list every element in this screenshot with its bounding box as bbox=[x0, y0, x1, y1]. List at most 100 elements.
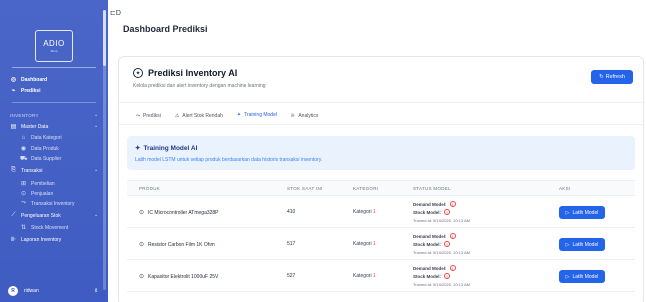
refresh-icon: ↻ bbox=[599, 74, 604, 80]
stock-value: 527 bbox=[287, 273, 296, 279]
train-model-button[interactable]: ▷ Latih Model bbox=[559, 270, 605, 283]
sidebar-item-dashboard[interactable]: ◎ Dashboard bbox=[10, 76, 47, 84]
avatar: R bbox=[8, 286, 18, 296]
sidebar-item-master-data[interactable]: ▤ Master Data bbox=[10, 123, 49, 131]
card-title: Prediksi Inventory AI bbox=[148, 68, 238, 78]
table-row: ⊙ Kapasitor Elektrolit 1000uF 25V 527 Ka… bbox=[127, 260, 635, 292]
box-icon: ⊙ bbox=[139, 242, 145, 248]
sidebar-scrollbar-thumb[interactable] bbox=[103, 10, 106, 66]
divider bbox=[12, 67, 96, 68]
tab-label: Analytics bbox=[298, 112, 319, 119]
play-icon: ▷ bbox=[565, 241, 570, 248]
sidebar-item-prediksi[interactable]: ⌁ Prediksi bbox=[10, 87, 41, 95]
sidebar-item-stock-movement[interactable]: ⇅ Stock Movement bbox=[20, 224, 68, 232]
category-label: Kategori bbox=[353, 241, 372, 247]
database-icon: ▤ bbox=[10, 124, 17, 130]
arrows-icon: ⇅ bbox=[20, 225, 27, 231]
trend-down-icon: ⟋ bbox=[11, 212, 16, 218]
train-model-label: Latih Model bbox=[572, 241, 599, 248]
bar-chart-icon: ⊪ bbox=[290, 112, 296, 119]
sidebar-item-label: Laporan Inventory bbox=[21, 236, 62, 243]
gauge-icon: ◎ bbox=[10, 77, 17, 83]
chevron-down-icon[interactable]: ⌄ bbox=[94, 112, 98, 118]
divider bbox=[119, 102, 643, 103]
demand-model-status: Demand Model: ! bbox=[413, 265, 456, 271]
sidebar: ADIO Shop ◎ Dashboard ⌁ Prediksi INVENTO… bbox=[0, 0, 108, 302]
sale-icon: ⊙ bbox=[20, 191, 27, 197]
sidebar-item-transaksi-inventory[interactable]: ⤳ Transaksi Inventory bbox=[20, 200, 74, 207]
warning-icon: ! bbox=[444, 241, 451, 247]
chart-icon: ⌁ bbox=[11, 88, 16, 94]
prediction-card: ✦ Prediksi Inventory AI Kelola prediksi … bbox=[118, 56, 644, 302]
sidebar-item-pembelian[interactable]: ⊞ Pembelian bbox=[20, 180, 55, 188]
brain-icon: ✦ bbox=[133, 68, 143, 78]
warning-icon: ! bbox=[449, 201, 456, 207]
train-model-button[interactable]: ▷ Latih Model bbox=[559, 238, 605, 251]
sidebar-item-pengeluaran-stok[interactable]: ⟋ Pengeluaran Stok bbox=[10, 212, 60, 219]
tab-label: Alert Stok Rendah bbox=[182, 112, 223, 119]
train-model-label: Latih Model bbox=[572, 273, 599, 280]
sidebar-item-label: Transaksi Inventory bbox=[31, 200, 75, 207]
table-header: PRODUK STOK SAAT INI KATEGORI STATUS MOD… bbox=[127, 180, 635, 196]
column-header-kategori: KATEGORI bbox=[353, 186, 379, 191]
receipt-icon: ⎘ bbox=[11, 167, 16, 173]
product-cell: ⊙ Kapasitor Elektrolit 1000uF 25V bbox=[139, 273, 219, 281]
product-cell: ⊙ IC Microcontroller ATmega328P bbox=[139, 209, 219, 217]
demand-model-label: Demand Model: bbox=[413, 265, 447, 271]
info-title-text: Training Model AI bbox=[143, 144, 198, 152]
box-icon: ⊙ bbox=[139, 210, 145, 216]
tabs-divider bbox=[119, 124, 643, 125]
warning-icon: ! bbox=[444, 273, 451, 279]
warning-icon: ! bbox=[449, 265, 456, 271]
category-label: Kategori bbox=[353, 209, 372, 215]
table-row: ⊙ Resistor Carbon Film 1K Ohm 517 Katego… bbox=[127, 228, 635, 260]
trend-icon: ⤳ bbox=[21, 200, 26, 206]
logo[interactable]: ADIO Shop bbox=[35, 30, 73, 62]
sidebar-item-transaksi[interactable]: ⎘ Transaksi bbox=[10, 167, 42, 174]
demand-model-label: Demand Model: bbox=[413, 201, 447, 207]
warning-icon: ⚠ bbox=[174, 112, 180, 119]
category-label: Kategori bbox=[353, 273, 372, 279]
train-model-button[interactable]: ▷ Latih Model bbox=[559, 206, 605, 219]
sidebar-toggle-icon[interactable]: ⊏D bbox=[110, 9, 121, 17]
sidebar-item-penjualan[interactable]: ⊙ Penjualan bbox=[20, 190, 53, 198]
brain-icon: ✦ bbox=[135, 145, 141, 152]
column-header-stok: STOK SAAT INI bbox=[287, 186, 323, 191]
user-menu[interactable]: R ridwan bbox=[8, 286, 39, 296]
stock-model-status: Stock Model: ! bbox=[413, 241, 451, 247]
product-name: IC Microcontroller ATmega328P bbox=[148, 209, 219, 216]
sidebar-item-data-produk[interactable]: ◉ Data Produk bbox=[20, 145, 59, 153]
refresh-button[interactable]: ↻ Refresh bbox=[591, 70, 633, 84]
category-number: 1 bbox=[373, 241, 376, 247]
box-icon: ◉ bbox=[20, 146, 27, 152]
stock-model-status: Stock Model: ! bbox=[413, 273, 451, 279]
category-cell: Kategori 1 bbox=[353, 209, 376, 215]
sidebar-item-label: Data Supplier bbox=[31, 156, 62, 162]
warning-icon: ! bbox=[449, 233, 456, 239]
logo-text: ADIO bbox=[43, 39, 65, 48]
stock-model-label: Stock Model: bbox=[413, 209, 442, 215]
chevron-down-icon[interactable]: ⌄ bbox=[94, 212, 98, 218]
chevron-down-icon[interactable]: ⌄ bbox=[94, 167, 98, 173]
box-icon: ⊙ bbox=[139, 274, 145, 280]
sidebar-item-data-kategori[interactable]: ⌂ Data Kategori bbox=[20, 135, 62, 141]
sidebar-item-data-supplier[interactable]: ⛟ Data Supplier bbox=[20, 155, 61, 163]
chevron-updown-icon[interactable]: ⇕ bbox=[94, 288, 98, 294]
sidebar-item-label: Master Data bbox=[21, 123, 49, 130]
column-header-produk: PRODUK bbox=[139, 186, 161, 191]
category-number: 1 bbox=[373, 273, 376, 279]
sidebar-item-laporan-inventory[interactable]: ⊪ Laporan Inventory bbox=[10, 236, 62, 244]
info-title: ✦ Training Model AI bbox=[135, 144, 198, 153]
demand-model-status: Demand Model: ! bbox=[413, 233, 456, 239]
demand-model-status: Demand Model: ! bbox=[413, 201, 456, 207]
product-name: Kapasitor Elektrolit 1000uF 25V bbox=[148, 273, 219, 280]
chevron-down-icon[interactable]: ⌄ bbox=[94, 123, 98, 129]
train-model-label: Latih Model bbox=[572, 209, 599, 216]
card-subtitle: Kelola prediksi dan alert inventory deng… bbox=[133, 83, 266, 89]
stock-model-status: Stock Model: ! bbox=[413, 209, 451, 215]
sidebar-item-label: Data Kategori bbox=[31, 135, 62, 141]
sidebar-item-label: Data Produk bbox=[31, 145, 59, 152]
truck-icon: ⛟ bbox=[20, 156, 28, 162]
report-icon: ⊪ bbox=[10, 237, 17, 243]
products-table: PRODUK STOK SAAT INI KATEGORI STATUS MOD… bbox=[127, 180, 635, 292]
